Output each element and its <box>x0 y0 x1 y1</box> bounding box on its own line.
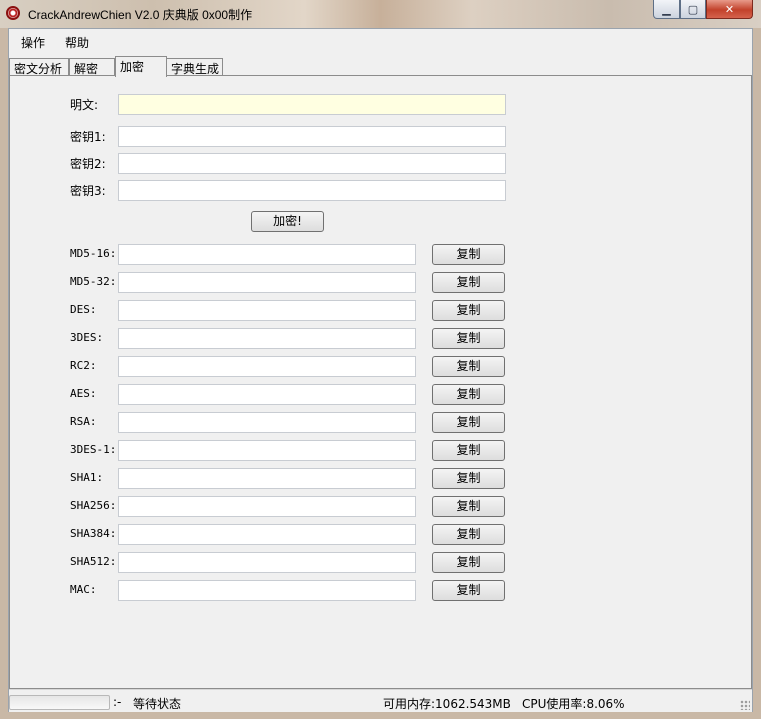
cpu-readout: CPU使用率:8.06% <box>522 697 625 711</box>
tab-strip: 密文分析 解密 加密 字典生成 <box>9 56 752 77</box>
key1-input[interactable] <box>118 126 506 147</box>
output-field[interactable] <box>118 468 416 489</box>
title-bar[interactable]: CrackAndrewChien V2.0 庆典版 0x00制作 ▁ ▢ ✕ <box>0 0 761 28</box>
output-field[interactable] <box>118 412 416 433</box>
tab-encrypt[interactable]: 加密 <box>115 56 167 77</box>
output-label: AES: <box>70 387 97 400</box>
copy-button[interactable]: 复制 <box>432 552 505 573</box>
copy-button[interactable]: 复制 <box>432 384 505 405</box>
copy-button[interactable]: 复制 <box>432 580 505 601</box>
tab-label: 密文分析 <box>14 62 63 76</box>
resize-grip-icon[interactable] <box>740 700 750 710</box>
key1-label: 密钥1: <box>70 130 106 144</box>
output-field[interactable] <box>118 300 416 321</box>
output-field[interactable] <box>118 580 416 601</box>
maximize-button[interactable]: ▢ <box>680 0 706 19</box>
plaintext-label: 明文: <box>70 98 99 112</box>
output-label: SHA1: <box>70 471 104 484</box>
copy-button[interactable]: 复制 <box>432 440 505 461</box>
output-field[interactable] <box>118 496 416 517</box>
menu-help[interactable]: 帮助 <box>65 34 89 51</box>
tab-ciphertext-analysis[interactable]: 密文分析 <box>9 58 69 76</box>
output-label: 3DES-1: <box>70 443 117 456</box>
output-field[interactable] <box>118 328 416 349</box>
output-label: MD5-32: <box>70 275 117 288</box>
output-field[interactable] <box>118 356 416 377</box>
copy-button[interactable]: 复制 <box>432 356 505 377</box>
key3-input[interactable] <box>118 180 506 201</box>
output-label: RC2: <box>70 359 97 372</box>
output-label: DES: <box>70 303 97 316</box>
plaintext-input[interactable] <box>118 94 506 115</box>
minimize-button[interactable]: ▁ <box>653 0 680 19</box>
status-bar: :- 等待状态 可用内存:1062.543MB CPU使用率:8.06% <box>9 689 752 712</box>
tab-label: 字典生成 <box>171 62 220 76</box>
copy-button[interactable]: 复制 <box>432 412 505 433</box>
encrypt-button[interactable]: 加密! <box>251 211 324 232</box>
encrypt-panel: 明文: 密钥1: 密钥2: 密钥3: 加密! MD5-16: 复制 MD5-32: 复… <box>9 75 752 689</box>
window-client-area: 操作 帮助 密文分析 解密 加密 字典生成 明文: 密钥1: 密钥2: 密钥3:… <box>8 28 753 712</box>
copy-button[interactable]: 复制 <box>432 496 505 517</box>
window-title: CrackAndrewChien V2.0 庆典版 0x00制作 <box>28 8 253 22</box>
output-field[interactable] <box>118 440 416 461</box>
copy-button[interactable]: 复制 <box>432 244 505 265</box>
output-label: RSA: <box>70 415 97 428</box>
output-field[interactable] <box>118 524 416 545</box>
copy-button[interactable]: 复制 <box>432 524 505 545</box>
menu-bar: 操作 帮助 <box>9 29 752 54</box>
output-label: SHA256: <box>70 499 117 512</box>
copy-button[interactable]: 复制 <box>432 272 505 293</box>
key3-label: 密钥3: <box>70 184 106 198</box>
output-label: MD5-16: <box>70 247 117 260</box>
copy-button[interactable]: 复制 <box>432 468 505 489</box>
output-field[interactable] <box>118 272 416 293</box>
copy-button[interactable]: 复制 <box>432 300 505 321</box>
menu-operate[interactable]: 操作 <box>21 34 45 51</box>
tab-label: 加密 <box>120 60 145 74</box>
output-label: MAC: <box>70 583 97 596</box>
output-label: SHA512: <box>70 555 117 568</box>
progress-bar <box>9 695 110 710</box>
output-field[interactable] <box>118 384 416 405</box>
tab-label: 解密 <box>74 62 99 76</box>
tab-decrypt[interactable]: 解密 <box>69 58 115 76</box>
minimize-icon: ▁ <box>662 2 671 16</box>
close-icon: ✕ <box>724 2 735 16</box>
output-label: 3DES: <box>70 331 104 344</box>
tab-dictionary[interactable]: 字典生成 <box>166 58 223 76</box>
key2-input[interactable] <box>118 153 506 174</box>
close-button[interactable]: ✕ <box>706 0 753 19</box>
app-icon <box>6 6 20 20</box>
status-separator: :- <box>113 695 122 709</box>
maximize-icon: ▢ <box>687 2 699 16</box>
output-label: SHA384: <box>70 527 117 540</box>
key2-label: 密钥2: <box>70 157 106 171</box>
output-field[interactable] <box>118 552 416 573</box>
status-text: 等待状态 <box>133 697 182 711</box>
output-field[interactable] <box>118 244 416 265</box>
memory-readout: 可用内存:1062.543MB <box>383 697 511 711</box>
copy-button[interactable]: 复制 <box>432 328 505 349</box>
